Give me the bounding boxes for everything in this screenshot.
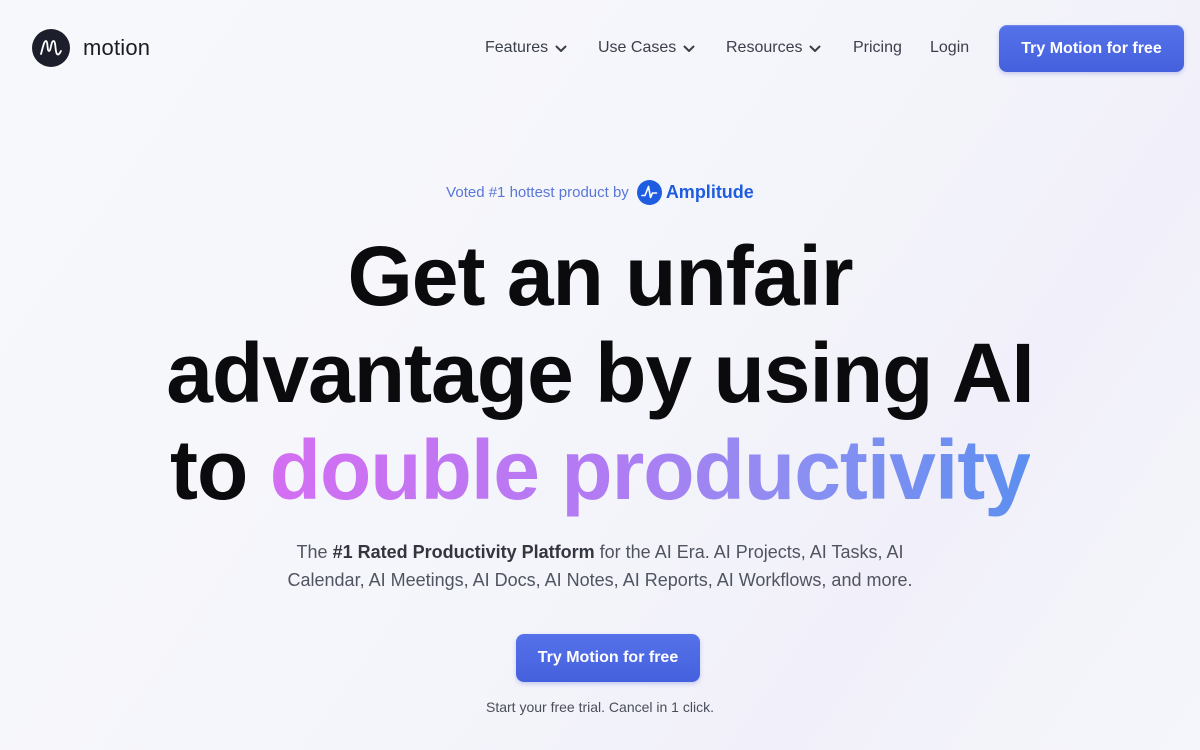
nav-item-use-cases[interactable]: Use Cases xyxy=(598,36,726,60)
headline-line-1: Get an unfair xyxy=(347,229,853,323)
hero-try-motion-button[interactable]: Try Motion for free xyxy=(516,634,700,682)
chevron-down-icon xyxy=(555,40,567,58)
sub-line-1: for the AI Era. AI Projects, AI Tasks, A… xyxy=(599,542,904,562)
sub-line-2: Calendar, AI Meetings, AI Docs, AI Notes… xyxy=(287,570,913,590)
hero-subheading: The #1 Rated Productivity Platform for t… xyxy=(0,538,1200,594)
nav-item-features[interactable]: Features xyxy=(485,36,598,60)
nav-item-label: Login xyxy=(930,39,970,56)
headline-line-2: advantage by using AI xyxy=(166,326,1034,420)
motion-logo-link[interactable]: motion xyxy=(32,29,150,67)
hero-headline: Get an unfair advantage by using AI to d… xyxy=(0,228,1200,519)
voted-text: Voted #1 hottest product by xyxy=(446,184,629,201)
main-menu: Features Use Cases Resources Pricing Log… xyxy=(485,36,1000,60)
nav-item-label: Use Cases xyxy=(598,39,677,56)
motion-logo-icon xyxy=(32,29,70,67)
nav-item-label: Resources xyxy=(726,39,803,56)
sub-prefix: The xyxy=(296,542,328,562)
amplitude-brand: Amplitude xyxy=(665,182,754,202)
nav-item-pricing[interactable]: Pricing xyxy=(853,36,930,60)
nav-item-label: Pricing xyxy=(853,39,902,56)
headline-line-3-prefix: to xyxy=(170,423,248,517)
nav-item-label: Features xyxy=(485,39,549,56)
amplitude-logo-icon xyxy=(636,180,662,205)
nav-try-motion-button[interactable]: Try Motion for free xyxy=(999,25,1184,72)
trial-note: Start your free trial. Cancel in 1 click… xyxy=(486,699,714,715)
brand-name: motion xyxy=(83,35,151,60)
headline-highlight: double productivity xyxy=(269,423,1031,517)
sub-bold: #1 Rated Productivity Platform xyxy=(332,542,595,562)
nav-item-login[interactable]: Login xyxy=(930,36,1000,60)
voted-badge: Voted #1 hottest product by Amplitude xyxy=(0,180,1200,205)
nav-item-resources[interactable]: Resources xyxy=(726,36,853,60)
top-navigation: motion Features Use Cases Resources Pric… xyxy=(0,0,1200,96)
chevron-down-icon xyxy=(809,40,821,58)
chevron-down-icon xyxy=(683,40,695,58)
